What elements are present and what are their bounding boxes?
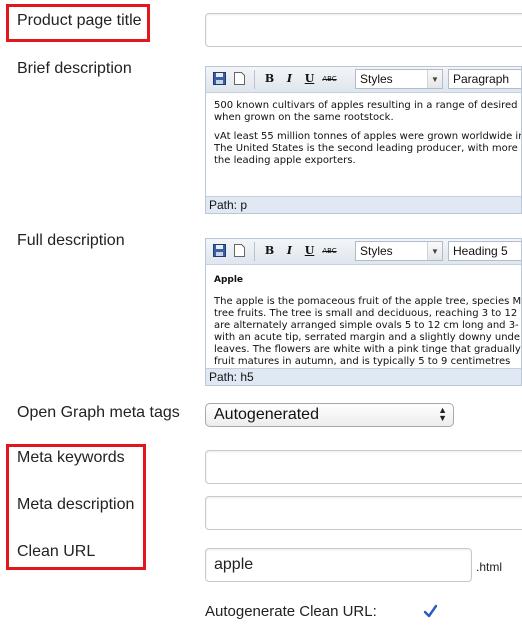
save-icon[interactable] <box>210 241 229 260</box>
clean-url-label: Clean URL <box>17 543 96 560</box>
strikethrough-button[interactable]: ABC <box>320 69 339 88</box>
format-select-value: Heading 5 <box>453 244 508 258</box>
new-document-icon[interactable] <box>230 241 249 260</box>
clean-url-suffix: .html <box>476 560 503 574</box>
content-line <box>214 124 521 131</box>
product-page-title-label: Product page title <box>17 12 142 29</box>
editor-toolbar: B I U ABC Styles ▼ Heading 5 <box>206 239 521 265</box>
editor-path: Path: p <box>206 196 521 213</box>
full-description-label: Full description <box>17 232 125 249</box>
underline-button[interactable]: U <box>300 69 319 88</box>
content-line: fruit matures in autumn, and is typicall… <box>214 356 511 367</box>
bold-button[interactable]: B <box>260 69 279 88</box>
content-heading: Apple <box>214 275 244 285</box>
format-select[interactable]: Heading 5 <box>448 241 521 261</box>
new-document-icon[interactable] <box>230 69 249 88</box>
content-line: The United States is the second leading … <box>214 143 518 154</box>
meta-keywords-label: Meta keywords <box>17 449 125 466</box>
styles-select-value: Styles <box>360 244 393 258</box>
content-line: with an acute tip, serrated margin and a… <box>214 332 521 343</box>
content-line: The apple is the pomaceous fruit of the … <box>214 296 522 307</box>
autogenerate-clean-url-checkbox[interactable] <box>423 604 438 619</box>
meta-keywords-input[interactable] <box>205 450 522 484</box>
meta-description-label: Meta description <box>17 496 135 513</box>
content-line: 500 known cultivars of apples resulting … <box>214 100 518 111</box>
editor-toolbar: B I U ABC Styles ▼ Paragraph <box>206 67 521 93</box>
editor-content[interactable]: Apple The apple is the pomaceous fruit o… <box>214 274 522 368</box>
up-down-arrows-icon: ▲ ▼ <box>438 405 447 423</box>
content-line: leaves. The flowers are white with a pin… <box>214 344 521 355</box>
underline-button[interactable]: U <box>300 241 319 260</box>
content-line: the leading apple exporters. <box>214 155 356 166</box>
open-graph-label: Open Graph meta tags <box>17 404 180 421</box>
open-graph-select-value: Autogenerated <box>214 406 319 423</box>
format-select[interactable]: Paragraph <box>448 69 521 89</box>
brief-description-label: Brief description <box>17 60 132 77</box>
italic-button[interactable]: I <box>280 69 299 88</box>
styles-select[interactable]: Styles ▼ <box>355 69 443 89</box>
product-page-title-input[interactable] <box>205 13 522 47</box>
strikethrough-button[interactable]: ABC <box>320 241 339 260</box>
clean-url-input[interactable] <box>205 548 472 582</box>
content-line: vAt least 55 million tonnes of apples we… <box>214 131 522 142</box>
meta-description-input[interactable] <box>205 496 522 530</box>
italic-button[interactable]: I <box>280 241 299 260</box>
chevron-down-icon: ▼ <box>427 242 442 260</box>
content-line: are alternately arranged simple ovals 5 … <box>214 320 519 331</box>
editor-path: Path: h5 <box>206 368 521 385</box>
editor-content[interactable]: 500 known cultivars of apples resulting … <box>214 100 522 167</box>
brief-description-editor[interactable]: B I U ABC Styles ▼ Paragraph 500 known c… <box>205 66 522 214</box>
styles-select-value: Styles <box>360 72 393 86</box>
autogenerate-clean-url-label: Autogenerate Clean URL: <box>205 603 377 620</box>
styles-select[interactable]: Styles ▼ <box>355 241 443 261</box>
open-graph-select[interactable]: Autogenerated ▲ ▼ <box>205 403 454 427</box>
chevron-down-icon: ▼ <box>427 70 442 88</box>
bold-button[interactable]: B <box>260 241 279 260</box>
full-description-editor[interactable]: B I U ABC Styles ▼ Heading 5 Apple The a… <box>205 238 522 386</box>
save-icon[interactable] <box>210 69 229 88</box>
checkmark-icon <box>423 604 438 618</box>
content-line: tree fruits. The tree is small and decid… <box>214 308 518 319</box>
format-select-value: Paragraph <box>453 72 510 86</box>
content-line: when grown on the same rootstock. <box>214 112 394 123</box>
